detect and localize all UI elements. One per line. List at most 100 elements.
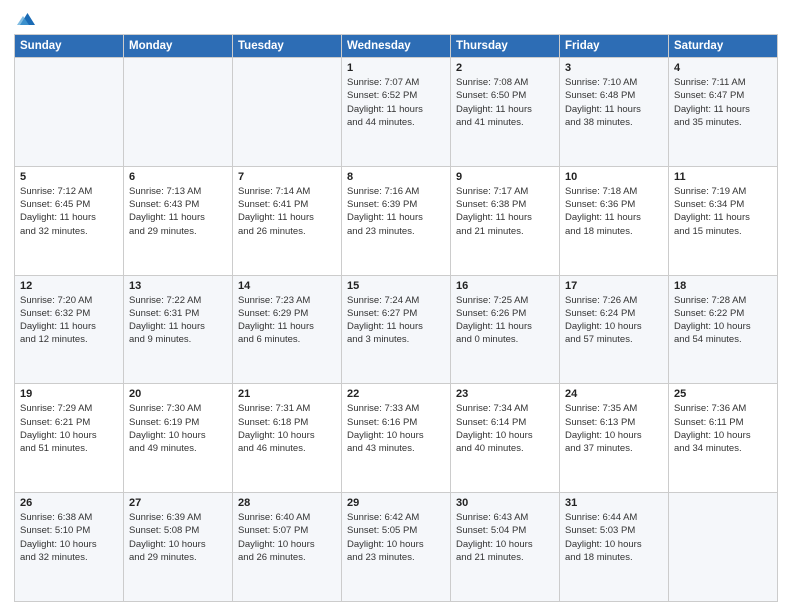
day-number: 11	[674, 171, 772, 183]
day-number: 12	[20, 280, 118, 292]
day-cell: 27 Sunrise: 6:39 AM Sunset: 5:08 PM Dayli…	[124, 493, 233, 602]
calendar-table: SundayMondayTuesdayWednesdayThursdayFrid…	[14, 34, 778, 602]
day-info: Sunrise: 7:30 AM Sunset: 6:19 PM Dayligh…	[129, 402, 227, 455]
day-cell: 29 Sunrise: 6:42 AM Sunset: 5:05 PM Dayli…	[342, 493, 451, 602]
day-cell	[233, 58, 342, 167]
day-cell: 2 Sunrise: 7:08 AM Sunset: 6:50 PM Daylig…	[451, 58, 560, 167]
day-info: Sunrise: 7:10 AM Sunset: 6:48 PM Dayligh…	[565, 76, 663, 129]
day-info: Sunrise: 7:14 AM Sunset: 6:41 PM Dayligh…	[238, 185, 336, 238]
day-info: Sunrise: 6:39 AM Sunset: 5:08 PM Dayligh…	[129, 511, 227, 564]
day-number: 31	[565, 497, 663, 509]
day-cell: 24 Sunrise: 7:35 AM Sunset: 6:13 PM Dayli…	[560, 384, 669, 493]
day-info: Sunrise: 6:40 AM Sunset: 5:07 PM Dayligh…	[238, 511, 336, 564]
day-cell: 5Sunrise: 7:12 AM Sunset: 6:45 PM Daylig…	[15, 166, 124, 275]
week-row-1: 5Sunrise: 7:12 AM Sunset: 6:45 PM Daylig…	[15, 166, 778, 275]
day-cell	[15, 58, 124, 167]
day-info: Sunrise: 7:22 AM Sunset: 6:31 PM Dayligh…	[129, 294, 227, 347]
day-cell: 10 Sunrise: 7:18 AM Sunset: 6:36 PM Dayli…	[560, 166, 669, 275]
day-info: Sunrise: 6:44 AM Sunset: 5:03 PM Dayligh…	[565, 511, 663, 564]
day-info: Sunrise: 7:08 AM Sunset: 6:50 PM Dayligh…	[456, 76, 554, 129]
day-info: Sunrise: 7:29 AM Sunset: 6:21 PM Dayligh…	[20, 402, 118, 455]
weekday-header-tuesday: Tuesday	[233, 35, 342, 58]
day-number: 24	[565, 388, 663, 400]
day-number: 25	[674, 388, 772, 400]
day-cell: 1 Sunrise: 7:07 AM Sunset: 6:52 PM Daylig…	[342, 58, 451, 167]
day-info: Sunrise: 7:26 AM Sunset: 6:24 PM Dayligh…	[565, 294, 663, 347]
day-number: 17	[565, 280, 663, 292]
day-info: Sunrise: 7:33 AM Sunset: 6:16 PM Dayligh…	[347, 402, 445, 455]
day-info: Sunrise: 7:23 AM Sunset: 6:29 PM Dayligh…	[238, 294, 336, 347]
day-number: 18	[674, 280, 772, 292]
day-number: 13	[129, 280, 227, 292]
day-number: 2	[456, 62, 554, 74]
day-number: 3	[565, 62, 663, 74]
day-cell: 6Sunrise: 7:13 AM Sunset: 6:43 PM Daylig…	[124, 166, 233, 275]
day-info: Sunrise: 6:43 AM Sunset: 5:04 PM Dayligh…	[456, 511, 554, 564]
day-cell: 7 Sunrise: 7:14 AM Sunset: 6:41 PM Daylig…	[233, 166, 342, 275]
day-info: Sunrise: 7:31 AM Sunset: 6:18 PM Dayligh…	[238, 402, 336, 455]
day-info: Sunrise: 6:38 AM Sunset: 5:10 PM Dayligh…	[20, 511, 118, 564]
day-number: 21	[238, 388, 336, 400]
day-cell	[669, 493, 778, 602]
weekday-header-wednesday: Wednesday	[342, 35, 451, 58]
day-info: Sunrise: 7:18 AM Sunset: 6:36 PM Dayligh…	[565, 185, 663, 238]
day-number: 30	[456, 497, 554, 509]
day-info: Sunrise: 6:42 AM Sunset: 5:05 PM Dayligh…	[347, 511, 445, 564]
day-number: 19	[20, 388, 118, 400]
page: SundayMondayTuesdayWednesdayThursdayFrid…	[0, 0, 792, 612]
day-info: Sunrise: 7:19 AM Sunset: 6:34 PM Dayligh…	[674, 185, 772, 238]
week-row-3: 19 Sunrise: 7:29 AM Sunset: 6:21 PM Dayli…	[15, 384, 778, 493]
day-cell: 12 Sunrise: 7:20 AM Sunset: 6:32 PM Dayli…	[15, 275, 124, 384]
day-number: 10	[565, 171, 663, 183]
day-cell: 13 Sunrise: 7:22 AM Sunset: 6:31 PM Dayli…	[124, 275, 233, 384]
logo	[14, 10, 35, 28]
day-info: Sunrise: 7:13 AM Sunset: 6:43 PM Dayligh…	[129, 185, 227, 238]
day-number: 20	[129, 388, 227, 400]
day-info: Sunrise: 7:17 AM Sunset: 6:38 PM Dayligh…	[456, 185, 554, 238]
day-number: 5	[20, 171, 118, 183]
weekday-header-friday: Friday	[560, 35, 669, 58]
day-info: Sunrise: 7:16 AM Sunset: 6:39 PM Dayligh…	[347, 185, 445, 238]
day-number: 4	[674, 62, 772, 74]
day-cell	[124, 58, 233, 167]
day-cell: 16 Sunrise: 7:25 AM Sunset: 6:26 PM Dayli…	[451, 275, 560, 384]
day-cell: 9 Sunrise: 7:17 AM Sunset: 6:38 PM Daylig…	[451, 166, 560, 275]
day-cell: 15Sunrise: 7:24 AM Sunset: 6:27 PM Dayli…	[342, 275, 451, 384]
day-cell: 30 Sunrise: 6:43 AM Sunset: 5:04 PM Dayli…	[451, 493, 560, 602]
day-number: 26	[20, 497, 118, 509]
day-info: Sunrise: 7:07 AM Sunset: 6:52 PM Dayligh…	[347, 76, 445, 129]
day-number: 7	[238, 171, 336, 183]
day-number: 16	[456, 280, 554, 292]
day-number: 28	[238, 497, 336, 509]
day-cell: 8Sunrise: 7:16 AM Sunset: 6:39 PM Daylig…	[342, 166, 451, 275]
day-number: 14	[238, 280, 336, 292]
day-cell: 21 Sunrise: 7:31 AM Sunset: 6:18 PM Dayli…	[233, 384, 342, 493]
day-info: Sunrise: 7:11 AM Sunset: 6:47 PM Dayligh…	[674, 76, 772, 129]
day-cell: 17 Sunrise: 7:26 AM Sunset: 6:24 PM Dayli…	[560, 275, 669, 384]
day-number: 29	[347, 497, 445, 509]
day-cell: 19 Sunrise: 7:29 AM Sunset: 6:21 PM Dayli…	[15, 384, 124, 493]
day-info: Sunrise: 7:34 AM Sunset: 6:14 PM Dayligh…	[456, 402, 554, 455]
day-cell: 25Sunrise: 7:36 AM Sunset: 6:11 PM Dayli…	[669, 384, 778, 493]
day-info: Sunrise: 7:20 AM Sunset: 6:32 PM Dayligh…	[20, 294, 118, 347]
day-info: Sunrise: 7:35 AM Sunset: 6:13 PM Dayligh…	[565, 402, 663, 455]
day-number: 9	[456, 171, 554, 183]
day-cell: 31 Sunrise: 6:44 AM Sunset: 5:03 PM Dayli…	[560, 493, 669, 602]
week-row-0: 1 Sunrise: 7:07 AM Sunset: 6:52 PM Daylig…	[15, 58, 778, 167]
day-cell: 11 Sunrise: 7:19 AM Sunset: 6:34 PM Dayli…	[669, 166, 778, 275]
day-cell: 3 Sunrise: 7:10 AM Sunset: 6:48 PM Daylig…	[560, 58, 669, 167]
week-row-2: 12 Sunrise: 7:20 AM Sunset: 6:32 PM Dayli…	[15, 275, 778, 384]
day-number: 1	[347, 62, 445, 74]
logo-icon	[17, 10, 35, 28]
weekday-header-saturday: Saturday	[669, 35, 778, 58]
day-cell: 20 Sunrise: 7:30 AM Sunset: 6:19 PM Dayli…	[124, 384, 233, 493]
weekday-header-monday: Monday	[124, 35, 233, 58]
day-number: 23	[456, 388, 554, 400]
day-info: Sunrise: 7:25 AM Sunset: 6:26 PM Dayligh…	[456, 294, 554, 347]
day-cell: 4 Sunrise: 7:11 AM Sunset: 6:47 PM Daylig…	[669, 58, 778, 167]
header	[14, 10, 778, 28]
day-number: 27	[129, 497, 227, 509]
week-row-4: 26 Sunrise: 6:38 AM Sunset: 5:10 PM Dayli…	[15, 493, 778, 602]
day-cell: 26 Sunrise: 6:38 AM Sunset: 5:10 PM Dayli…	[15, 493, 124, 602]
day-number: 15	[347, 280, 445, 292]
